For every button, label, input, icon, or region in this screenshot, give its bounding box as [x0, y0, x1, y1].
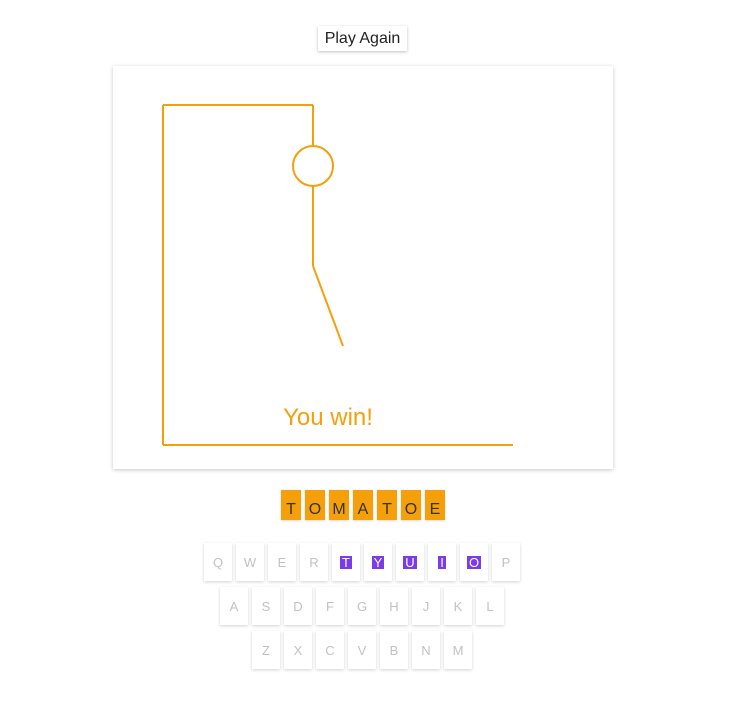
key-x[interactable]: X	[284, 631, 312, 669]
key-label: D	[293, 598, 303, 614]
keyboard-row-3: ZXCVBNM	[252, 631, 476, 669]
keyboard-row-1: QWERTYUIOP	[204, 543, 524, 581]
word-letter: O	[401, 490, 421, 520]
key-label: R	[309, 554, 319, 570]
key-label: Q	[212, 554, 224, 570]
key-w[interactable]: W	[236, 543, 264, 581]
key-label: V	[357, 642, 367, 658]
key-label: W	[243, 554, 257, 570]
key-label: M	[452, 642, 464, 658]
key-label: F	[326, 598, 334, 614]
key-j[interactable]: J	[412, 587, 440, 625]
key-n[interactable]: N	[412, 631, 440, 669]
key-label: X	[293, 642, 303, 658]
key-m[interactable]: M	[444, 631, 472, 669]
key-a[interactable]: A	[220, 587, 248, 625]
key-h[interactable]: H	[380, 587, 408, 625]
key-s[interactable]: S	[252, 587, 280, 625]
key-z[interactable]: Z	[252, 631, 280, 669]
play-again-button[interactable]: Play Again	[318, 26, 407, 51]
hangman-head	[292, 145, 334, 187]
key-label: H	[389, 598, 399, 614]
key-label: P	[501, 554, 511, 570]
word-display: TOMATOE	[281, 490, 449, 520]
key-t[interactable]: T	[332, 543, 360, 581]
key-label: O	[466, 554, 482, 570]
key-label: C	[325, 642, 335, 658]
key-label: G	[356, 598, 368, 614]
key-label: B	[389, 642, 399, 658]
word-letter: T	[377, 490, 397, 520]
key-f[interactable]: F	[316, 587, 344, 625]
key-y[interactable]: Y	[364, 543, 392, 581]
key-k[interactable]: K	[444, 587, 472, 625]
key-u[interactable]: U	[396, 543, 424, 581]
key-label: N	[421, 642, 431, 658]
key-g[interactable]: G	[348, 587, 376, 625]
key-b[interactable]: B	[380, 631, 408, 669]
key-l[interactable]: L	[476, 587, 504, 625]
key-o[interactable]: O	[460, 543, 488, 581]
word-letter: E	[425, 490, 445, 520]
key-label: Y	[371, 554, 385, 570]
key-i[interactable]: I	[428, 543, 456, 581]
key-label: A	[229, 598, 239, 614]
key-label: U	[403, 554, 417, 570]
key-label: E	[277, 554, 287, 570]
result-message: You win!	[283, 404, 373, 431]
hangman-board: You win!	[113, 66, 613, 469]
key-d[interactable]: D	[284, 587, 312, 625]
hangman-right-leg	[312, 265, 344, 347]
key-e[interactable]: E	[268, 543, 296, 581]
key-label: T	[340, 554, 352, 570]
key-c[interactable]: C	[316, 631, 344, 669]
key-label: I	[438, 554, 446, 570]
key-label: Z	[262, 642, 270, 658]
key-r[interactable]: R	[300, 543, 328, 581]
word-letter: M	[329, 490, 349, 520]
word-letter: T	[281, 490, 301, 520]
key-label: S	[261, 598, 271, 614]
word-letter: A	[353, 490, 373, 520]
key-q[interactable]: Q	[204, 543, 232, 581]
key-label: J	[422, 598, 430, 614]
key-label: L	[486, 598, 494, 614]
key-v[interactable]: V	[348, 631, 376, 669]
key-label: K	[453, 598, 463, 614]
key-p[interactable]: P	[492, 543, 520, 581]
keyboard-row-2: ASDFGHJKL	[220, 587, 508, 625]
word-letter: O	[305, 490, 325, 520]
